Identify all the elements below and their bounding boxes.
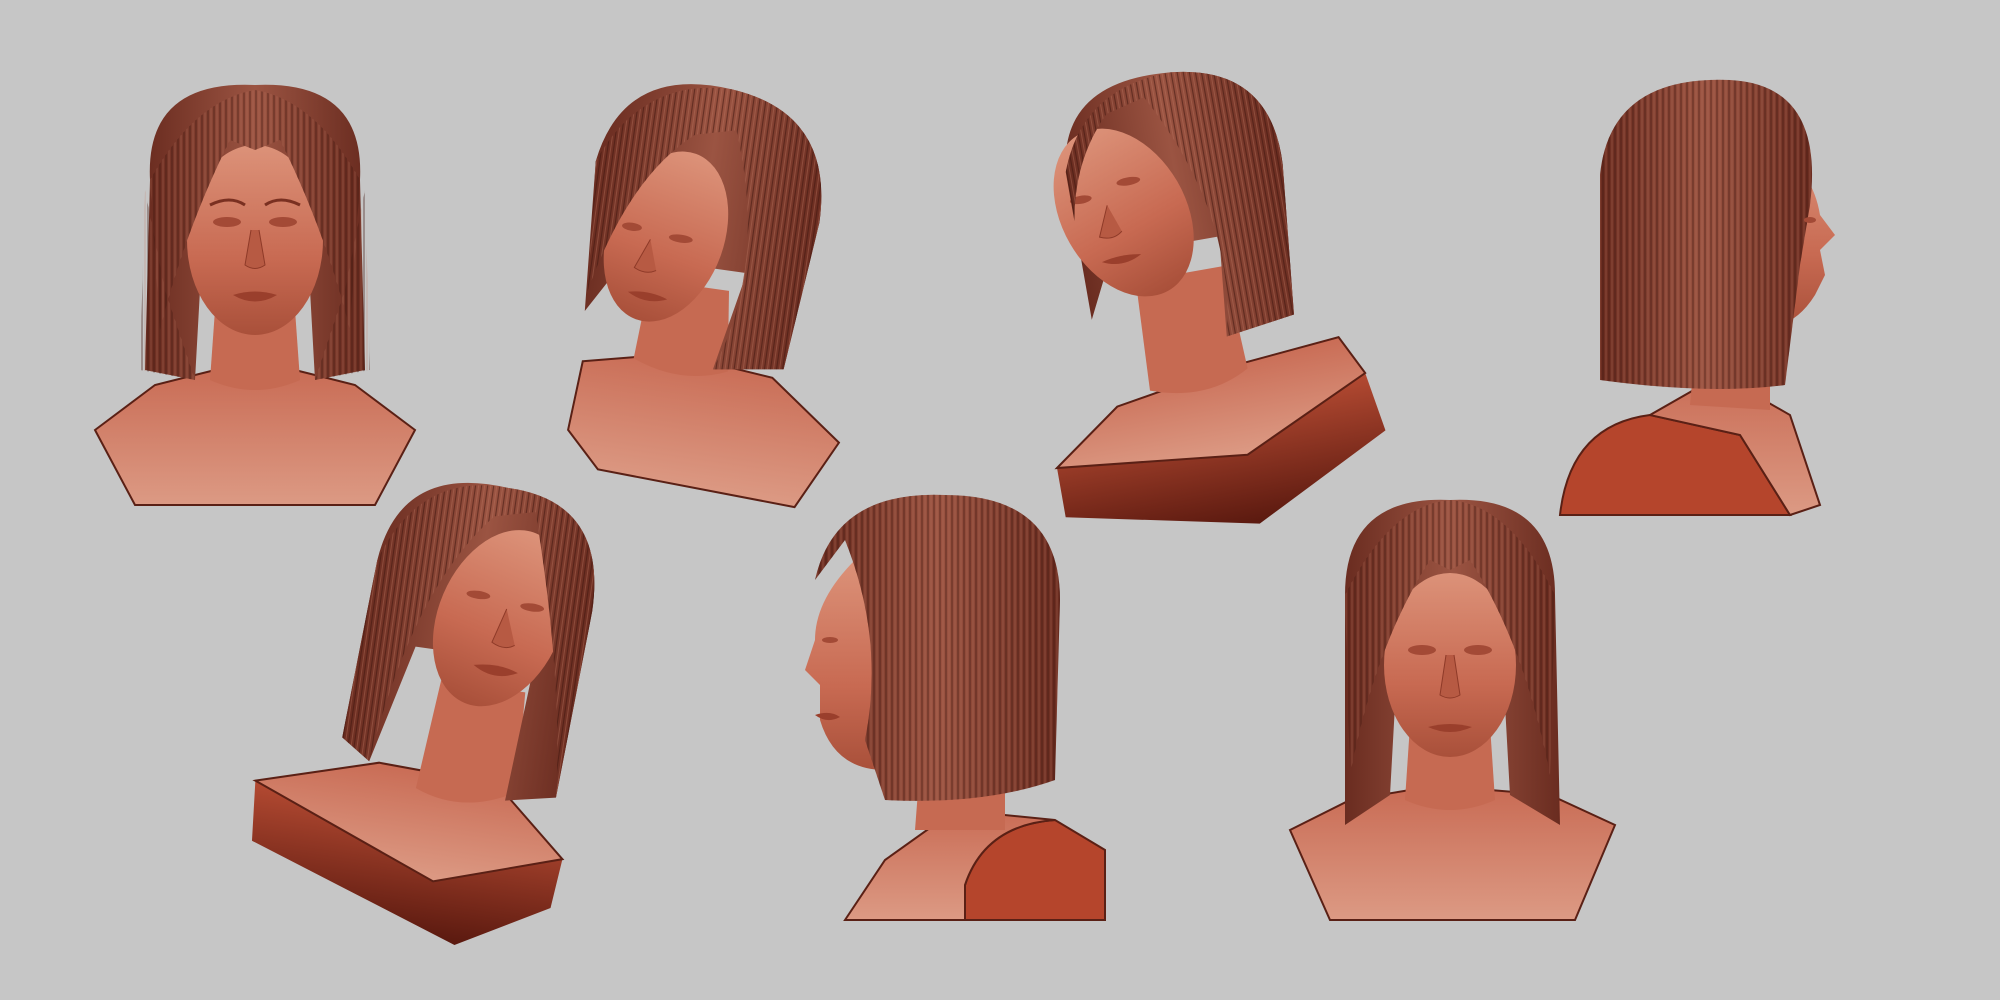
bust-view-front-tilted (1288, 499, 1617, 921)
eye-right (269, 217, 297, 227)
bust-view-three-quarter-up-right (251, 482, 595, 945)
eye-left (213, 217, 241, 227)
sculpt-viewport (0, 0, 2000, 1000)
eye-left (1408, 645, 1436, 655)
eye-right (1464, 645, 1492, 655)
bust-view-front (93, 84, 417, 506)
chest-base (93, 369, 417, 506)
turnaround-sheet (93, 71, 1835, 945)
bust-view-three-quarter-left (805, 494, 1106, 921)
eye (822, 637, 838, 643)
bust-view-three-quarter-up (1053, 71, 1386, 524)
bust-view-three-quarter-down (567, 84, 841, 509)
eye (1804, 217, 1816, 223)
bust-view-profile (1558, 79, 1835, 517)
